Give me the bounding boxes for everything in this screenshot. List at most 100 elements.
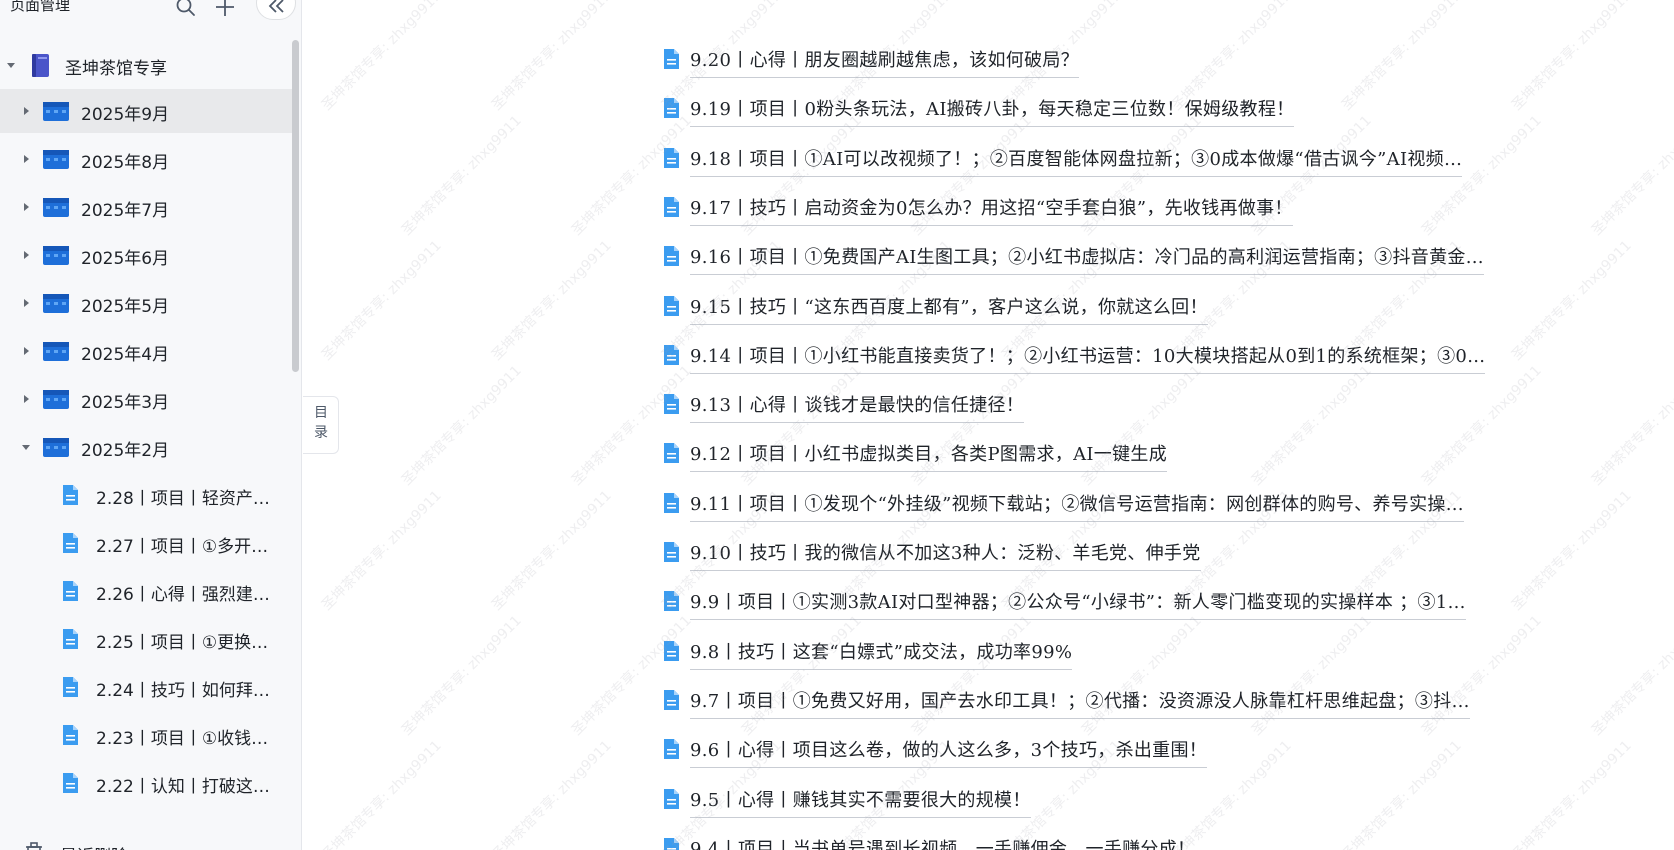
page-link[interactable]: 9.17丨技巧丨启动资金为0怎么办？用这招“空手套白狼”，先收钱再做事！ — [662, 192, 1562, 228]
calendar-folder-icon — [42, 148, 70, 170]
document-icon — [61, 484, 79, 506]
page-link-title[interactable]: 9.13丨心得丨谈钱才是最快的信任捷径！ — [690, 391, 1025, 424]
page-link-title[interactable]: 9.6丨心得丨项目这么卷，做的人这么多，3个技巧，杀出重围！ — [690, 736, 1208, 769]
page-link-title[interactable]: 9.11丨项目丨①发现个“外挂级”视频下载站；②微信号运营指南：网创群体的购号、… — [690, 490, 1464, 522]
tree-page-label: 2.23丨项目丨①收钱… — [96, 729, 269, 749]
document-icon — [61, 676, 79, 698]
page-link[interactable]: 9.13丨心得丨谈钱才是最快的信任捷径！ — [662, 389, 1562, 425]
sidebar-scrollbar[interactable] — [292, 40, 299, 372]
tree-page-label: 2.28丨项目丨轻资产… — [96, 489, 270, 509]
caret-right-icon[interactable] — [19, 104, 33, 118]
page-link-title[interactable]: 9.8丨技巧丨这套“白嫖式”成交法，成功率99% — [690, 638, 1073, 670]
tree-page-item[interactable]: 2.27丨项目丨①多开… — [0, 521, 292, 565]
recently-deleted[interactable]: 最近删除 — [0, 838, 292, 850]
document-icon — [662, 295, 680, 317]
double-chevron-left-icon — [268, 0, 284, 13]
tree-month-item[interactable]: 2025年8月 — [0, 137, 292, 181]
tree-page-item[interactable]: 2.28丨项目丨轻资产… — [0, 473, 292, 517]
tree-month-item[interactable]: 2025年4月 — [0, 329, 292, 373]
page-link-title[interactable]: 9.19丨项目丨0粉头条玩法，AI搬砖八卦，每天稳定三位数！保姆级教程！ — [690, 95, 1295, 128]
page-link-title[interactable]: 9.16丨项目丨①免费国产AI生图工具；②小红书虚拟店：冷门品的高利润运营指南；… — [690, 243, 1484, 276]
document-icon — [61, 580, 79, 602]
recently-deleted-label: 最近删除 — [60, 842, 128, 850]
page-list: 9.20丨心得丨朋友圈越刷越焦虑，该如何破局？ 9.19丨项目丨0粉头条玩法，AI… — [340, 0, 1674, 850]
tree-page-item[interactable]: 2.25丨项目丨①更换… — [0, 617, 292, 661]
toc-tab[interactable]: 目录 — [303, 396, 339, 454]
document-icon — [662, 245, 680, 267]
tree-month-item[interactable]: 2025年3月 — [0, 377, 292, 421]
caret-down-icon[interactable] — [19, 440, 33, 454]
tree-page-label: 2.24丨技巧丨如何拜… — [96, 681, 270, 701]
tree-page-item[interactable]: 2.23丨项目丨①收钱… — [0, 713, 292, 757]
page-link[interactable]: 9.20丨心得丨朋友圈越刷越焦虑，该如何破局？ — [662, 44, 1562, 80]
tree-month-item[interactable]: 2025年9月 — [0, 89, 292, 133]
page-link[interactable]: 9.11丨项目丨①发现个“外挂级”视频下载站；②微信号运营指南：网创群体的购号、… — [662, 488, 1562, 524]
tree-month-label: 2025年5月 — [81, 297, 170, 317]
book-icon — [32, 54, 49, 77]
page-link[interactable]: 9.7丨项目丨①免费又好用，国产去水印工具！；②代播：没资源没人脉靠杠杆思维起盘… — [662, 685, 1562, 721]
tree-month-label: 2025年4月 — [81, 345, 170, 365]
page-link[interactable]: 9.14丨项目丨①小红书能直接卖货了！；②小红书运营：10大模块搭起从0到1的系… — [662, 340, 1562, 376]
page-link[interactable]: 9.10丨技巧丨我的微信从不加这3种人：泛粉、羊毛党、伸手党 — [662, 537, 1562, 573]
tree-month-item[interactable]: 2025年6月 — [0, 233, 292, 277]
caret-right-icon[interactable] — [19, 296, 33, 310]
tree-page-label: 2.25丨项目丨①更换… — [96, 633, 269, 653]
page-link-title[interactable]: 9.14丨项目丨①小红书能直接卖货了！；②小红书运营：10大模块搭起从0到1的系… — [690, 342, 1486, 374]
page-link[interactable]: 9.5丨心得丨赚钱其实不需要很大的规模！ — [662, 784, 1562, 820]
page-link-title[interactable]: 9.18丨项目丨①AI可以改视频了！；②百度智能体网盘拉新；③0成本做爆“借古讽… — [690, 145, 1463, 177]
document-icon — [61, 628, 79, 650]
caret-right-icon[interactable] — [19, 152, 33, 166]
tree-month-item[interactable]: 2025年2月 — [0, 425, 292, 469]
page-link[interactable]: 9.6丨心得丨项目这么卷，做的人这么多，3个技巧，杀出重围！ — [662, 734, 1562, 770]
page-link-title[interactable]: 9.15丨技巧丨“这东西百度上都有”，客户这么说，你就这么回！ — [690, 293, 1208, 325]
tree-page-item[interactable]: 2.24丨技巧丨如何拜… — [0, 665, 292, 709]
page-link[interactable]: 9.4丨项目丨当书单号遇到长视频，一手赚佣金，一手赚分成！ — [662, 833, 1562, 850]
document-icon — [662, 689, 680, 711]
page-link-title[interactable]: 9.17丨技巧丨启动资金为0怎么办？用这招“空手套白狼”，先收钱再做事！ — [690, 194, 1293, 226]
tree-page-item[interactable]: 2.22丨认知丨打破这… — [0, 761, 292, 805]
search-icon[interactable] — [175, 0, 197, 18]
document-icon — [662, 590, 680, 612]
add-icon[interactable] — [214, 0, 236, 18]
caret-right-icon[interactable] — [19, 200, 33, 214]
tree-root-label: 圣坤茶馆专享 — [65, 59, 167, 79]
page-link-title[interactable]: 9.4丨项目丨当书单号遇到长视频，一手赚佣金，一手赚分成！ — [690, 835, 1195, 850]
page-link[interactable]: 9.12丨项目丨小红书虚拟类目，各类P图需求，AI一键生成 — [662, 438, 1562, 474]
page-link[interactable]: 9.15丨技巧丨“这东西百度上都有”，客户这么说，你就这么回！ — [662, 291, 1562, 327]
document-icon — [662, 541, 680, 563]
page-link[interactable]: 9.16丨项目丨①免费国产AI生图工具；②小红书虚拟店：冷门品的高利润运营指南；… — [662, 241, 1562, 277]
document-icon — [61, 724, 79, 746]
document-icon — [61, 532, 79, 554]
collapse-sidebar-button[interactable] — [256, 0, 296, 20]
calendar-folder-icon — [42, 388, 70, 410]
document-icon — [61, 772, 79, 794]
calendar-folder-icon — [42, 436, 70, 458]
document-icon — [662, 344, 680, 366]
caret-right-icon[interactable] — [19, 344, 33, 358]
document-icon — [662, 393, 680, 415]
page-link-title[interactable]: 9.12丨项目丨小红书虚拟类目，各类P图需求，AI一键生成 — [690, 440, 1167, 473]
page-link-title[interactable]: 9.5丨心得丨赚钱其实不需要很大的规模！ — [690, 786, 1031, 818]
tree-month-label: 2025年7月 — [81, 201, 170, 221]
page-link-title[interactable]: 9.10丨技巧丨我的微信从不加这3种人：泛粉、羊毛党、伸手党 — [690, 539, 1201, 571]
page-link[interactable]: 9.18丨项目丨①AI可以改视频了！；②百度智能体网盘拉新；③0成本做爆“借古讽… — [662, 143, 1562, 179]
tree-month-item[interactable]: 2025年7月 — [0, 185, 292, 229]
caret-right-icon[interactable] — [19, 392, 33, 406]
tree-month-label: 2025年6月 — [81, 249, 170, 269]
toc-tab-label: 目录 — [314, 405, 328, 441]
tree-root[interactable]: 圣坤茶馆专享 — [0, 43, 292, 87]
document-icon — [662, 147, 680, 169]
page-link[interactable]: 9.9丨项目丨①实测3款AI对口型神器；②公众号“小绿书”：新人零门槛变现的实操… — [662, 586, 1562, 622]
page-link-title[interactable]: 9.20丨心得丨朋友圈越刷越焦虑，该如何破局？ — [690, 46, 1079, 78]
caret-right-icon[interactable] — [19, 248, 33, 262]
page-link[interactable]: 9.8丨技巧丨这套“白嫖式”成交法，成功率99% — [662, 636, 1562, 672]
page-link[interactable]: 9.19丨项目丨0粉头条玩法，AI搬砖八卦，每天稳定三位数！保姆级教程！ — [662, 93, 1562, 129]
tree-month-item[interactable]: 2025年5月 — [0, 281, 292, 325]
page-link-title[interactable]: 9.9丨项目丨①实测3款AI对口型神器；②公众号“小绿书”：新人零门槛变现的实操… — [690, 588, 1466, 621]
page-link-title[interactable]: 9.7丨项目丨①免费又好用，国产去水印工具！；②代播：没资源没人脉靠杠杆思维起盘… — [690, 687, 1470, 719]
tree-page-item[interactable]: 2.26丨心得丨强烈建… — [0, 569, 292, 613]
caret-down-icon[interactable] — [4, 58, 18, 72]
calendar-folder-icon — [42, 244, 70, 266]
tree-month-label: 2025年3月 — [81, 393, 170, 413]
tree-page-label: 2.27丨项目丨①多开… — [96, 537, 269, 557]
